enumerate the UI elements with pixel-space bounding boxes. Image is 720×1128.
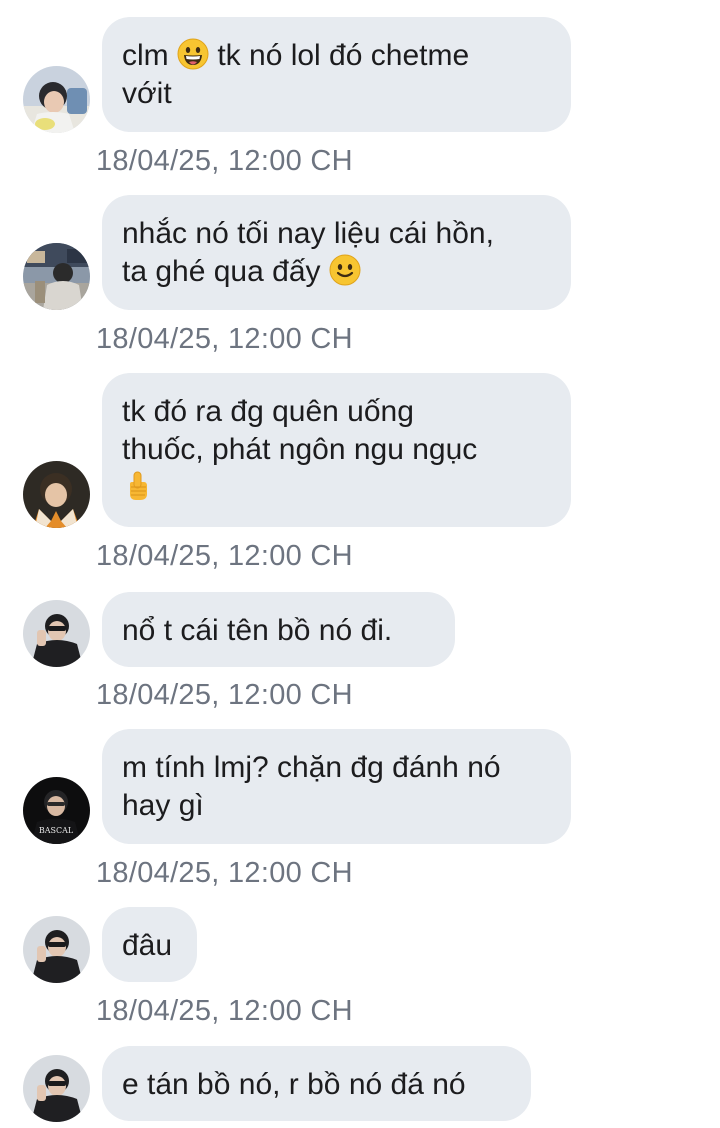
message-timestamp: 18/04/25, 12:00 CH <box>96 323 353 355</box>
grinning-face-icon <box>177 38 209 70</box>
avatar-user-c-icon <box>23 461 90 528</box>
avatar[interactable]: BASCAL <box>23 777 90 844</box>
avatar[interactable] <box>23 1055 90 1122</box>
message-timestamp: 18/04/25, 12:00 CH <box>96 857 353 889</box>
avatar-user-b-icon <box>23 243 90 310</box>
avatar[interactable] <box>23 66 90 133</box>
message-bubble[interactable]: clm tk nó lol đó chetme vớit <box>102 17 571 132</box>
avatar-user-d-icon <box>23 916 90 983</box>
avatar[interactable] <box>23 600 90 667</box>
avatar[interactable] <box>23 243 90 310</box>
message-timestamp: 18/04/25, 12:00 CH <box>96 145 353 177</box>
message-timestamp: 18/04/25, 12:00 CH <box>96 995 353 1027</box>
message-bubble[interactable]: m tính lmj? chặn đg đánh nó hay gì <box>102 729 571 844</box>
message-bubble[interactable]: đâu <box>102 907 197 982</box>
svg-text:BASCAL: BASCAL <box>39 826 74 835</box>
message-bubble[interactable]: tk đó ra đg quên uống thuốc, phát ngôn n… <box>102 373 571 527</box>
message-bubble[interactable]: nổ t cái tên bồ nó đi. <box>102 592 455 667</box>
message-timestamp: 18/04/25, 12:00 CH <box>96 679 353 711</box>
message-timestamp: 18/04/25, 12:00 CH <box>96 540 353 572</box>
avatar-user-d-icon <box>23 1055 90 1122</box>
avatar-user-d-icon <box>23 600 90 667</box>
avatar[interactable] <box>23 916 90 983</box>
message-bubble[interactable]: nhắc nó tối nay liệu cái hồn, ta ghé qua… <box>102 195 571 310</box>
chat-thread: clm tk nó lol đó chetme vớit 18/04/25, 1… <box>0 0 720 1128</box>
avatar[interactable] <box>23 461 90 528</box>
message-text: nhắc nó tối nay liệu cái hồn, ta ghé qua… <box>122 217 494 288</box>
message-bubble[interactable]: e tán bồ nó, r bồ nó đá nó <box>102 1046 531 1121</box>
message-text: tk đó ra đg quên uống thuốc, phát ngôn n… <box>122 395 478 466</box>
avatar-user-e-icon: BASCAL <box>23 777 90 844</box>
slightly-smiling-face-icon <box>329 254 361 286</box>
message-text: clm <box>122 39 177 72</box>
pointing-up-hand-icon <box>122 470 154 502</box>
avatar-user-a-icon <box>23 66 90 133</box>
